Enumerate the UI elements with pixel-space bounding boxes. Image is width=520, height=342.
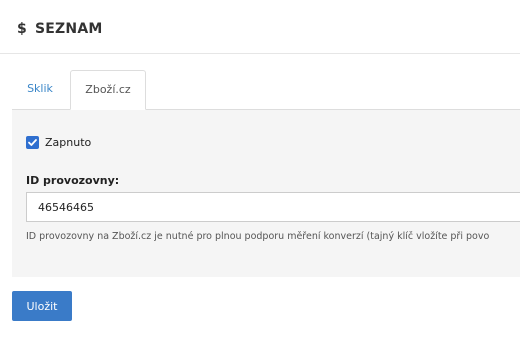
- checkmark-icon: [28, 139, 37, 146]
- section-header: $ SEZNAM: [0, 0, 520, 54]
- enabled-checkbox[interactable]: [26, 136, 39, 149]
- settings-page: $ SEZNAM Sklik Zboží.cz Zapnuto ID provo…: [0, 0, 520, 342]
- store-id-help-text: ID provozovny na Zboží.cz je nutné pro p…: [26, 231, 490, 242]
- tab-sklik[interactable]: Sklik: [12, 70, 68, 108]
- tab-panel: Zapnuto ID provozovny: ID provozovny na …: [12, 110, 520, 277]
- store-id-label: ID provozovny:: [26, 174, 120, 187]
- store-id-input[interactable]: [26, 192, 520, 222]
- enabled-checkbox-label: Zapnuto: [45, 136, 92, 149]
- section-title: SEZNAM: [35, 21, 103, 37]
- tab-bar: Sklik Zboží.cz: [12, 70, 520, 110]
- dollar-icon: $: [17, 21, 27, 37]
- tab-zbozi[interactable]: Zboží.cz: [70, 70, 146, 110]
- save-button[interactable]: Uložit: [12, 291, 72, 321]
